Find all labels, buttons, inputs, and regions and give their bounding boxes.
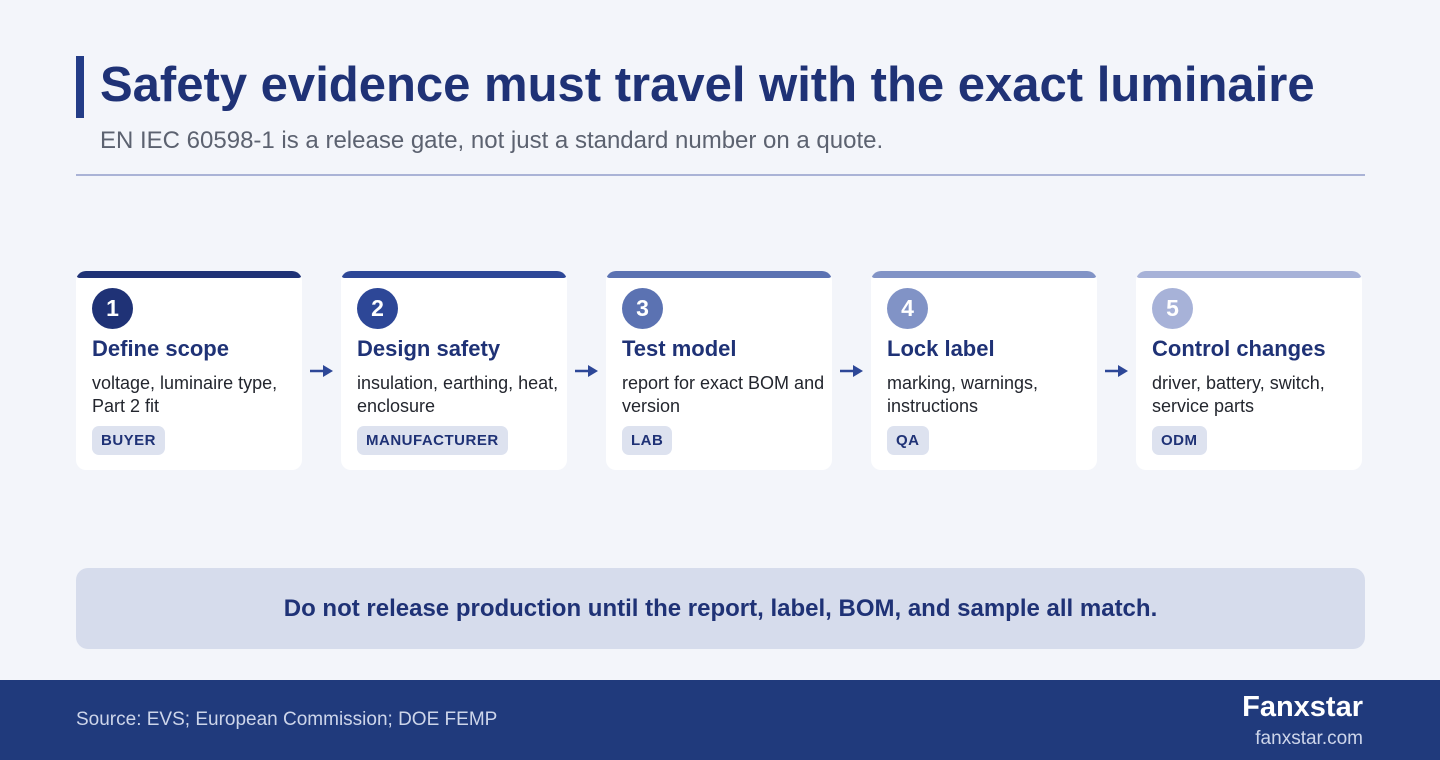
source-note: Source: EVS; European Commission; DOE FE… bbox=[76, 709, 498, 730]
step-title: Lock label bbox=[887, 336, 995, 361]
release-callout: Do not release production until the repo… bbox=[76, 568, 1365, 649]
step-number-badge: 1 bbox=[92, 288, 133, 329]
step-card-top-bar bbox=[76, 271, 302, 278]
header-divider bbox=[76, 174, 1365, 176]
step-number-badge: 2 bbox=[357, 288, 398, 329]
step-card-1: 1 Define scope voltage, luminaire type, … bbox=[76, 271, 302, 470]
step-card-top-bar bbox=[1136, 271, 1362, 278]
brand-website: fanxstar.com bbox=[1255, 728, 1363, 749]
step-description: voltage, luminaire type, Part 2 fit bbox=[92, 373, 278, 416]
step-title: Control changes bbox=[1152, 336, 1326, 361]
step-title: Define scope bbox=[92, 336, 229, 361]
step-card-top-bar bbox=[341, 271, 567, 278]
step-owner-tag: QA bbox=[887, 426, 929, 455]
title-accent-bar bbox=[76, 56, 84, 118]
step-card-2: 2 Design safety insulation, earthing, he… bbox=[341, 271, 567, 470]
brand-name: Fanxstar bbox=[1242, 691, 1363, 723]
arrow-right-icon bbox=[310, 365, 333, 377]
step-owner-tag: BUYER bbox=[92, 426, 166, 455]
step-card-top-bar bbox=[871, 271, 1097, 278]
step-owner-tag: ODM bbox=[1152, 426, 1207, 455]
step-description: report for exact BOM and version bbox=[622, 373, 825, 416]
callout-text: Do not release production until the repo… bbox=[283, 595, 1158, 622]
step-owner-tag: LAB bbox=[622, 426, 673, 455]
arrow-right-icon bbox=[575, 365, 598, 377]
step-card-5: 5 Control changes driver, battery, switc… bbox=[1136, 271, 1362, 470]
step-owner-tag: MANUFACTURER bbox=[357, 426, 508, 455]
page-subtitle: EN IEC 60598-1 is a release gate, not ju… bbox=[100, 127, 884, 154]
step-description: driver, battery, switch, service parts bbox=[1152, 373, 1325, 416]
step-title: Test model bbox=[622, 336, 737, 361]
step-description: insulation, earthing, heat, enclosure bbox=[357, 373, 559, 416]
step-number-badge: 4 bbox=[887, 288, 928, 329]
step-title: Design safety bbox=[357, 336, 501, 361]
step-card-3: 3 Test model report for exact BOM and ve… bbox=[606, 271, 832, 470]
page-title: Safety evidence must travel with the exa… bbox=[100, 58, 1315, 112]
step-number-badge: 5 bbox=[1152, 288, 1193, 329]
step-number-badge: 3 bbox=[622, 288, 663, 329]
footer: Source: EVS; European Commission; DOE FE… bbox=[0, 680, 1440, 760]
step-card-4: 4 Lock label marking, warnings, instruct… bbox=[871, 271, 1097, 470]
arrow-right-icon bbox=[1105, 365, 1128, 377]
step-description: marking, warnings, instructions bbox=[887, 373, 1039, 416]
step-card-top-bar bbox=[606, 271, 832, 278]
arrow-right-icon bbox=[840, 365, 863, 377]
